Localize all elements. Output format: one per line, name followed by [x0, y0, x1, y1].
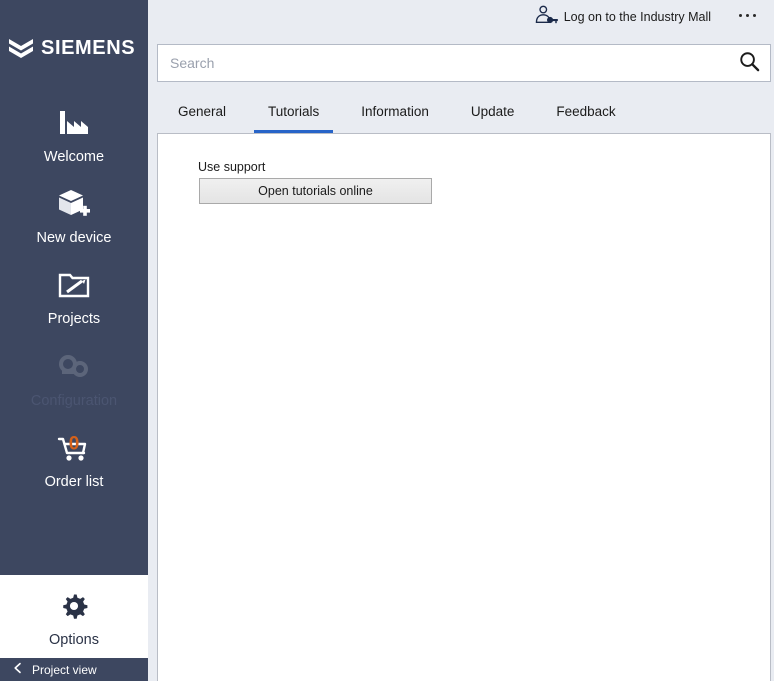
top-bar: Log on to the Industry Mall: [148, 0, 774, 33]
box-plus-icon: [56, 184, 92, 224]
sidebar-item-options[interactable]: Options: [0, 575, 148, 658]
tab-information[interactable]: Information: [340, 102, 450, 133]
logon-industry-mall-link[interactable]: Log on to the Industry Mall: [534, 5, 711, 30]
sidebar-item-label: Projects: [47, 311, 101, 327]
tab-label: Tutorials: [268, 104, 320, 119]
project-view-button[interactable]: Project view: [0, 658, 148, 681]
project-view-label: Project view: [32, 662, 97, 677]
ellipsis-icon[interactable]: [739, 14, 756, 17]
cart-icon: 0: [54, 428, 94, 468]
sidebar-item-projects[interactable]: Projects: [0, 262, 148, 330]
sidebar-item-label: New device: [36, 230, 112, 246]
brand-name: SIEMENS: [41, 36, 136, 59]
tab-bar: General Tutorials Information Update Fee…: [157, 102, 771, 133]
order-count-badge: 0: [69, 434, 80, 455]
sidebar-item-order-list[interactable]: 0 Order list: [0, 425, 148, 493]
tab-tutorials[interactable]: Tutorials: [247, 102, 340, 133]
search-input[interactable]: [158, 45, 728, 81]
application-window: SIEMENS Welcome New device Projects Conf…: [0, 0, 774, 681]
search-bar[interactable]: [157, 44, 771, 82]
folder-pen-icon: [57, 265, 91, 305]
factory-icon: [57, 103, 91, 143]
content-panel: Use support Open tutorials online: [157, 133, 771, 681]
siemens-chevrons-icon: [8, 37, 34, 59]
sidebar: SIEMENS Welcome New device Projects Conf…: [0, 0, 148, 681]
gears-icon: [54, 347, 94, 387]
search-button[interactable]: [728, 45, 770, 81]
sidebar-item-welcome[interactable]: Welcome: [0, 100, 148, 168]
use-support-label: Use support: [198, 160, 266, 174]
tab-feedback[interactable]: Feedback: [535, 102, 636, 133]
sidebar-item-label: Configuration: [30, 393, 118, 409]
sidebar-item-label: Order list: [44, 474, 104, 490]
brand: SIEMENS: [0, 33, 148, 63]
tab-label: Update: [470, 104, 515, 119]
gear-icon: [59, 586, 89, 626]
tab-update[interactable]: Update: [450, 102, 536, 133]
sidebar-item-label: Options: [49, 631, 99, 648]
search-icon: [738, 50, 761, 76]
tab-label: Feedback: [556, 104, 616, 119]
sidebar-item-new-device[interactable]: New device: [0, 181, 148, 249]
logon-label: Log on to the Industry Mall: [563, 10, 711, 24]
sidebar-item-configuration: Configuration: [0, 344, 148, 412]
chevron-left-icon: [14, 661, 22, 679]
tab-label: Information: [361, 104, 429, 119]
tab-label: General: [178, 104, 227, 119]
tab-general[interactable]: General: [157, 102, 247, 133]
user-key-icon: [534, 5, 558, 30]
sidebar-item-label: Welcome: [43, 149, 105, 165]
open-tutorials-online-button[interactable]: Open tutorials online: [199, 178, 432, 204]
